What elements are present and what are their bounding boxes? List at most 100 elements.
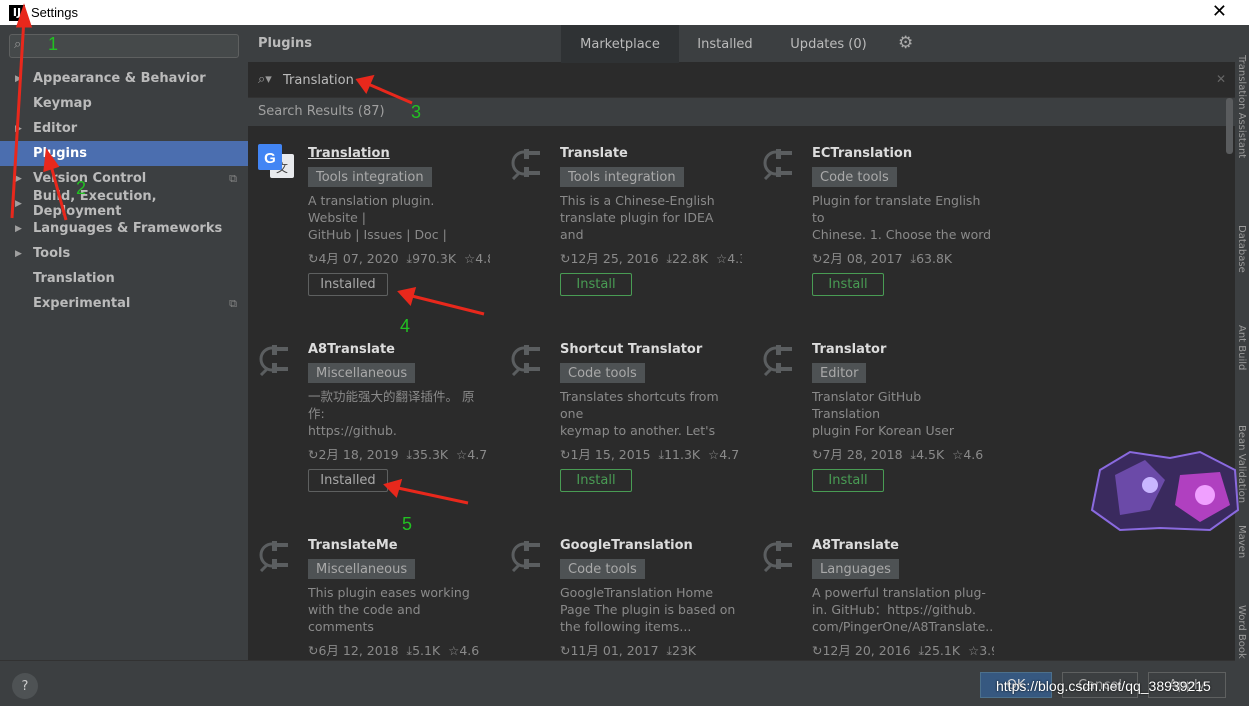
- sidebar-item-translation[interactable]: Translation: [0, 266, 248, 291]
- search-icon: ⌕▾: [258, 72, 272, 87]
- plugin-date: 12月 25, 2016: [570, 251, 659, 266]
- tab-updates[interactable]: Updates (0): [771, 25, 886, 63]
- plugin-description: A powerful translation plug- in. GitHub：…: [812, 585, 992, 634]
- install-button[interactable]: Install: [812, 273, 884, 296]
- refresh-icon: ↻: [812, 447, 823, 462]
- plugin-name[interactable]: GoogleTranslation: [560, 538, 693, 553]
- install-button[interactable]: Install: [560, 273, 632, 296]
- sidebar-item-version-control[interactable]: ▶ Version Control ⧉: [0, 166, 248, 191]
- chevron-right-icon[interactable]: ▶: [15, 74, 29, 84]
- plugin-rating: 3.9: [979, 643, 994, 658]
- plugin-card[interactable]: A8Translate Languages A powerful translati…: [752, 518, 997, 660]
- plugin-name[interactable]: Translation: [308, 146, 390, 161]
- star-icon: ☆: [968, 643, 980, 658]
- plugin-date: 4月 07, 2020: [318, 251, 399, 266]
- tab-installed[interactable]: Installed: [679, 25, 771, 63]
- plugin-name[interactable]: A8Translate: [308, 342, 395, 357]
- plugin-meta: ↻1月 15, 2015 ⤓11.3K ☆4.7: [560, 444, 742, 463]
- plugin-description: This plugin eases working with the code …: [308, 585, 470, 634]
- tab-marketplace[interactable]: Marketplace: [561, 25, 679, 63]
- gear-icon[interactable]: ⚙: [898, 33, 913, 53]
- installed-button[interactable]: Installed: [308, 273, 388, 296]
- tool-window-tab[interactable]: Ant Build: [1236, 325, 1247, 370]
- plugin-card[interactable]: 文G Translation Tools integration A translat…: [248, 126, 493, 306]
- plugin-meta: ↻6月 12, 2018 ⤓5.1K ☆4.6: [308, 640, 490, 659]
- plugin-description: A translation plugin. Website | GitHub |…: [308, 193, 447, 242]
- plugin-card[interactable]: A8Translate Miscellaneous 一款功能强大的翻译插件。 原作:…: [248, 322, 493, 502]
- chevron-right-icon[interactable]: ▶: [15, 124, 29, 134]
- sidebar-item-label: Plugins: [33, 146, 87, 161]
- plugin-rating: 4.3: [727, 251, 742, 266]
- help-button[interactable]: ?: [12, 673, 38, 699]
- settings-search-input[interactable]: ⌕: [9, 34, 239, 58]
- plugin-category-tag: Miscellaneous: [308, 559, 416, 579]
- sidebar-item-label: Keymap: [33, 96, 92, 111]
- scrollbar[interactable]: [1226, 98, 1233, 154]
- plugin-category-tag: Tools integration: [560, 167, 684, 187]
- plugin-card[interactable]: TranslateMe Miscellaneous This plugin ease…: [248, 518, 493, 660]
- sidebar-item-tools[interactable]: ▶ Tools: [0, 241, 248, 266]
- plugin-rating: 4.7: [719, 447, 740, 462]
- plugin-name[interactable]: Translate: [560, 146, 628, 161]
- chevron-right-icon[interactable]: ▶: [15, 174, 29, 184]
- sidebar-item-keymap[interactable]: Keymap: [0, 91, 248, 116]
- install-button[interactable]: Install: [812, 469, 884, 492]
- plugin-rating: 4.7: [467, 447, 488, 462]
- sidebar-item-build-execution-deployment[interactable]: ▶ Build, Execution, Deployment: [0, 189, 248, 219]
- annotation-label-3: 3: [411, 102, 422, 122]
- tool-window-strip: Translation Assistant Database Ant Build Be…: [1235, 25, 1249, 706]
- tool-window-tab[interactable]: Translation Assistant: [1236, 55, 1247, 158]
- mascot-image: [1090, 450, 1240, 532]
- close-icon[interactable]: ✕: [1212, 1, 1227, 22]
- sidebar-item-plugins[interactable]: Plugins: [0, 141, 248, 166]
- installed-button[interactable]: Installed: [308, 469, 388, 492]
- settings-tree: ▶ Appearance & Behavior Keymap ▶ Editor Plugi…: [0, 66, 248, 316]
- title-bar: IJ Settings ✕: [0, 0, 1249, 25]
- plugin-name[interactable]: ECTranslation: [812, 146, 912, 161]
- plugin-name[interactable]: Shortcut Translator: [560, 342, 702, 357]
- plugin-search-bar[interactable]: ⌕▾ Translation ✕: [248, 64, 1235, 98]
- plugin-card[interactable]: GoogleTranslation Code tools GoogleTransla…: [500, 518, 745, 660]
- plugin-meta: ↻7月 28, 2018 ⤓4.5K ☆4.6: [812, 444, 994, 463]
- sidebar-item-label: Languages & Frameworks: [33, 221, 223, 236]
- plugin-meta: ↻12月 25, 2016 ⤓22.8K ☆4.3: [560, 248, 742, 267]
- plugin-card[interactable]: Shortcut Translator Code tools Translates …: [500, 322, 745, 502]
- chevron-right-icon[interactable]: ▶: [15, 224, 29, 234]
- plugin-search-input[interactable]: Translation: [283, 73, 354, 88]
- plugin-category-tag: Code tools: [812, 167, 897, 187]
- plugin-downloads: 25.1K: [924, 643, 961, 658]
- clear-search-icon[interactable]: ✕: [1216, 72, 1226, 86]
- plugin-downloads: 5.1K: [412, 643, 441, 658]
- plugin-name[interactable]: Translator: [812, 342, 886, 357]
- project-level-icon: ⧉: [229, 171, 237, 185]
- plugin-name[interactable]: A8Translate: [812, 538, 899, 553]
- tool-window-tab[interactable]: Database: [1236, 225, 1247, 273]
- install-button[interactable]: Install: [560, 469, 632, 492]
- plugin-card[interactable]: Translator Editor Translator GitHub Transl…: [752, 322, 997, 502]
- plugin-meta: ↻2月 18, 2019 ⤓35.3K ☆4.7: [308, 444, 490, 463]
- sidebar-item-experimental[interactable]: Experimental ⧉: [0, 291, 248, 316]
- star-icon: ☆: [456, 447, 468, 462]
- plugin-downloads: 63.8K: [916, 251, 953, 266]
- refresh-icon: ↻: [560, 447, 571, 462]
- plugin-icon: [762, 146, 796, 181]
- sidebar-item-appearance-behavior[interactable]: ▶ Appearance & Behavior: [0, 66, 248, 91]
- sidebar-item-languages-frameworks[interactable]: ▶ Languages & Frameworks: [0, 216, 248, 241]
- plugin-card[interactable]: Translate Tools integration This is a Chin…: [500, 126, 745, 306]
- plugin-category-tag: Editor: [812, 363, 867, 383]
- plugin-card[interactable]: ECTranslation Code tools Plugin for transl…: [752, 126, 997, 306]
- sidebar-item-editor[interactable]: ▶ Editor: [0, 116, 248, 141]
- sidebar-item-label: Version Control: [33, 171, 147, 186]
- plugin-icon: [258, 538, 292, 573]
- plugin-rating: 4.8: [475, 251, 490, 266]
- plugin-meta: ↻12月 20, 2016 ⤓25.1K ☆3.9: [812, 640, 994, 659]
- search-icon: ⌕: [14, 37, 22, 52]
- chevron-right-icon[interactable]: ▶: [15, 249, 29, 259]
- plugin-category-tag: Languages: [812, 559, 899, 579]
- refresh-icon: ↻: [560, 643, 571, 658]
- chevron-right-icon[interactable]: ▶: [15, 199, 29, 209]
- plugin-icon: [510, 538, 544, 573]
- plugin-icon: [510, 342, 544, 377]
- tool-window-tab[interactable]: Word Book: [1236, 605, 1247, 659]
- plugin-name[interactable]: TranslateMe: [308, 538, 398, 553]
